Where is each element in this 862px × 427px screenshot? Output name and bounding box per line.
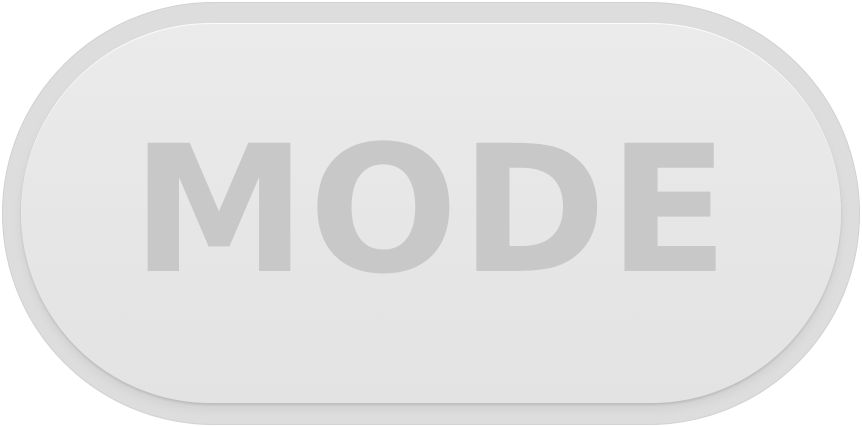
mode-button-face[interactable]: MODE [21,23,841,403]
mode-button[interactable]: MODE [2,2,860,425]
button-stage: MODE [0,0,862,427]
mode-button-label: MODE [131,108,731,313]
